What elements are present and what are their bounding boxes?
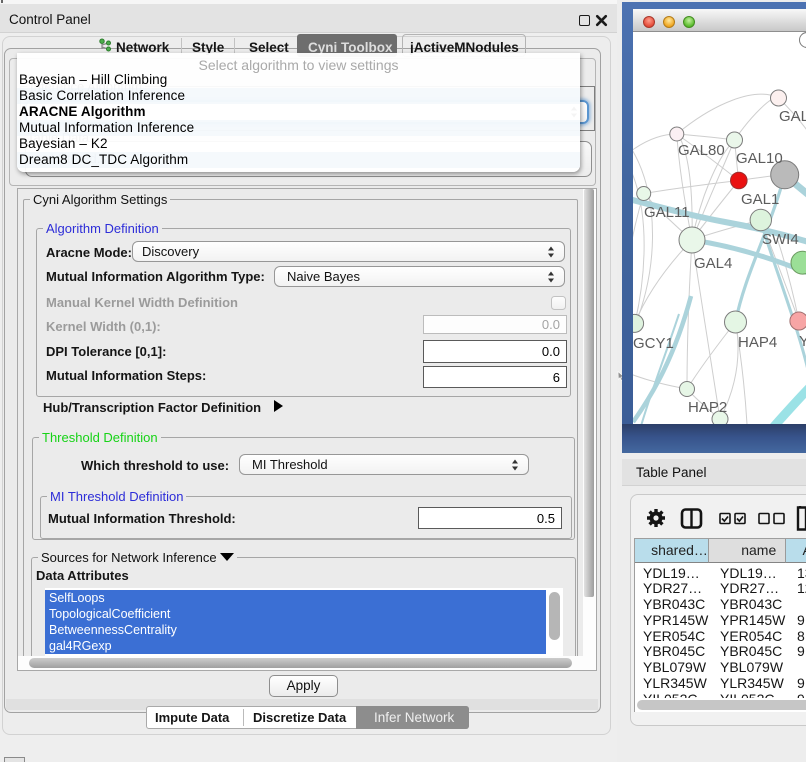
svg-text:GAL11: GAL11 bbox=[644, 204, 690, 221]
svg-text:GCY1: GCY1 bbox=[633, 335, 674, 352]
svg-text:SWI4: SWI4 bbox=[762, 231, 799, 248]
svg-text:GAL10: GAL10 bbox=[736, 150, 783, 167]
svg-text:GAL2: GAL2 bbox=[779, 108, 806, 125]
svg-text:HAP2: HAP2 bbox=[688, 399, 727, 416]
svg-text:Y: Y bbox=[799, 333, 806, 350]
svg-text:HAP4: HAP4 bbox=[738, 334, 777, 351]
svg-text:GAL80: GAL80 bbox=[678, 142, 725, 159]
svg-text:GAL1: GAL1 bbox=[741, 191, 779, 208]
svg-text:GAL4: GAL4 bbox=[694, 255, 732, 272]
